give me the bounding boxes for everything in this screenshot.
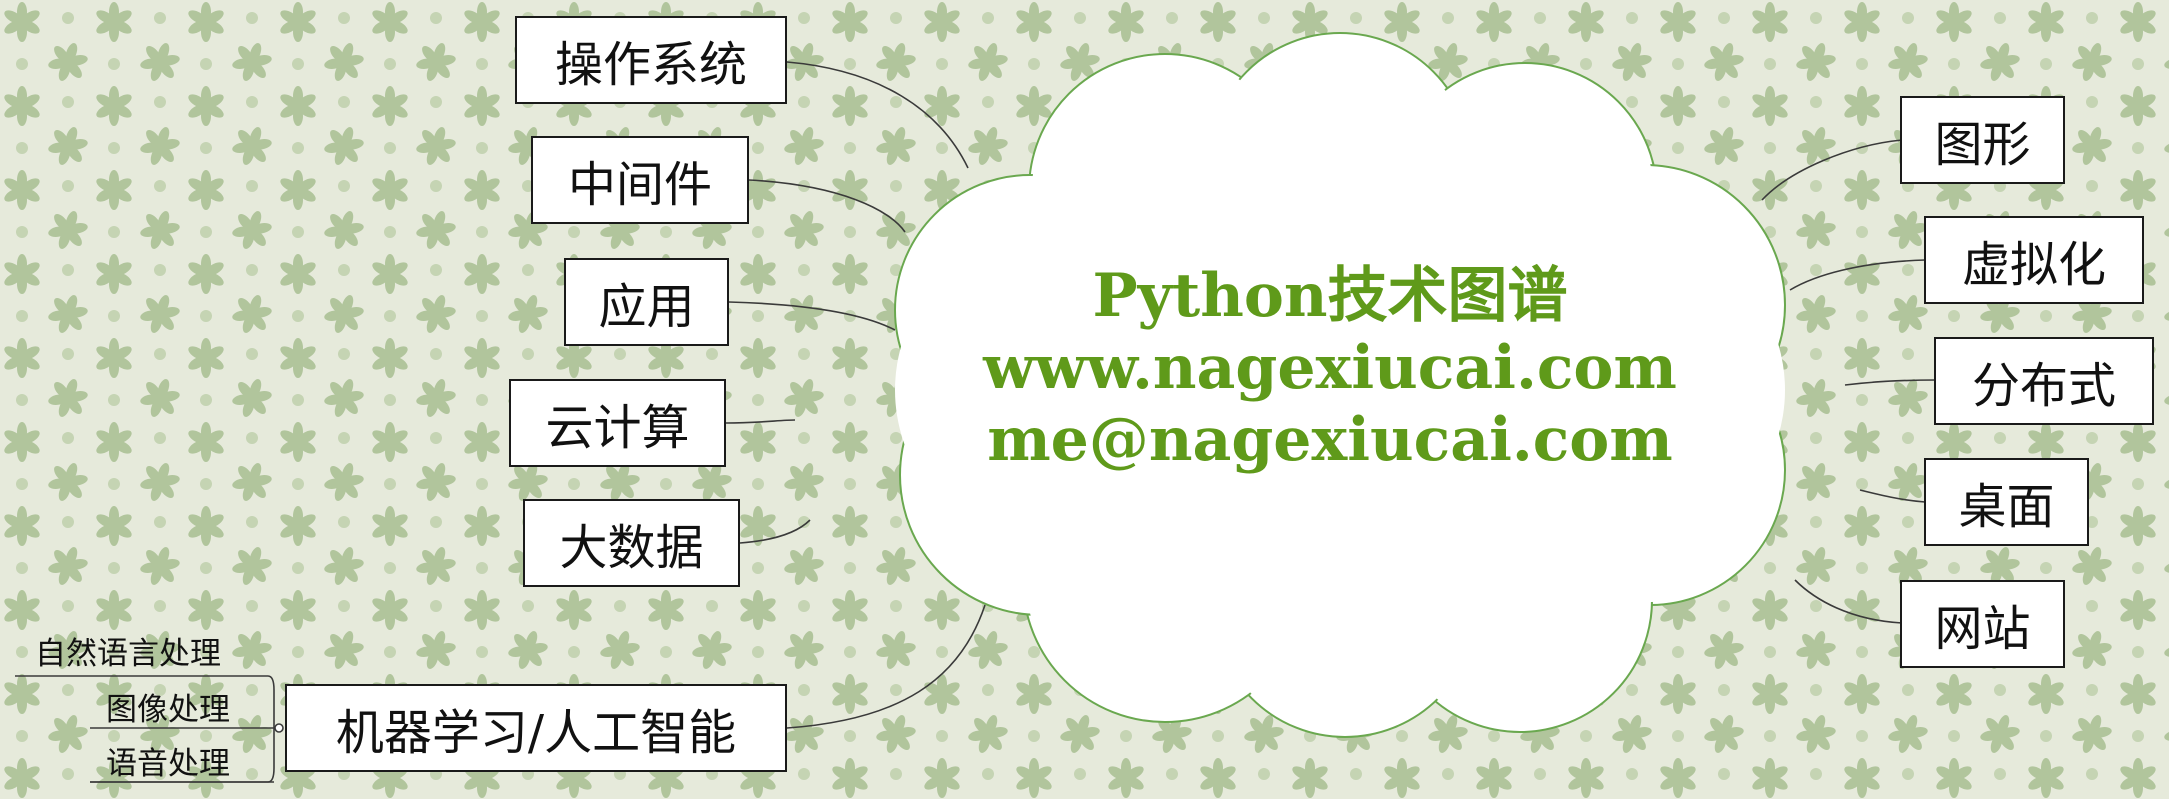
node-graphics: 图形 bbox=[1900, 96, 2065, 184]
node-middleware: 中间件 bbox=[531, 136, 749, 224]
node-cloud: 云计算 bbox=[509, 379, 726, 467]
node-bigdata: 大数据 bbox=[523, 499, 740, 587]
node-os: 操作系统 bbox=[515, 16, 787, 104]
node-app: 应用 bbox=[564, 258, 729, 346]
center-title: Python技术图谱 www.nagexiucai.com me@nagexiu… bbox=[930, 260, 1730, 476]
node-distributed: 分布式 bbox=[1934, 337, 2154, 425]
node-website: 网站 bbox=[1900, 580, 2065, 668]
ml-sub-nlp: 自然语言处理 bbox=[35, 636, 221, 672]
node-ml-ai: 机器学习/人工智能 bbox=[285, 684, 787, 772]
ml-sub-image: 图像处理 bbox=[106, 692, 230, 728]
node-desktop: 桌面 bbox=[1924, 458, 2089, 546]
center-title-line1: Python技术图谱 bbox=[1092, 261, 1568, 331]
node-virtualization: 虚拟化 bbox=[1924, 216, 2144, 304]
center-website: www.nagexiucai.com bbox=[983, 333, 1677, 403]
ml-sub-speech: 语音处理 bbox=[106, 746, 230, 782]
center-email: me@nagexiucai.com bbox=[987, 405, 1673, 475]
